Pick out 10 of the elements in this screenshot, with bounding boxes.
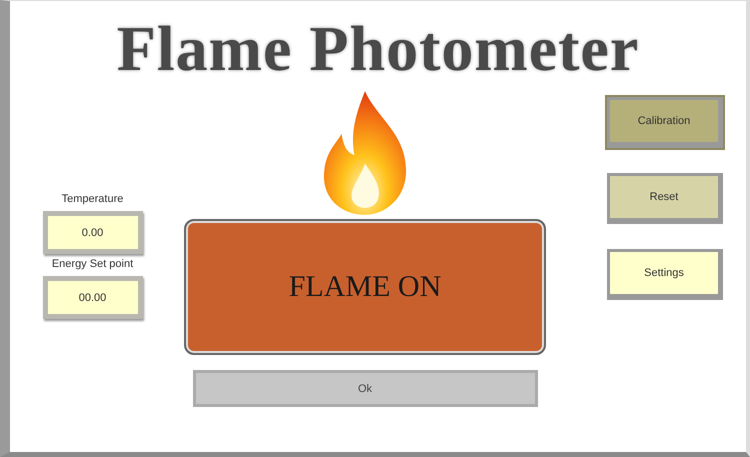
readout-field: 00.00 — [42, 276, 142, 319]
readout-label: Temperature — [62, 193, 124, 205]
readout-field: 0.00 — [42, 211, 142, 254]
flame-on-button[interactable]: FLAME ON — [184, 219, 546, 355]
app-title: Flame Photometer — [116, 12, 640, 86]
menu-button[interactable]: Settings — [607, 249, 723, 300]
menu-button[interactable]: Reset — [607, 173, 723, 224]
menu-button[interactable]: Calibration — [607, 97, 723, 148]
status-bar: Ok — [192, 370, 538, 407]
readout-label: Energy Set point — [52, 258, 134, 270]
